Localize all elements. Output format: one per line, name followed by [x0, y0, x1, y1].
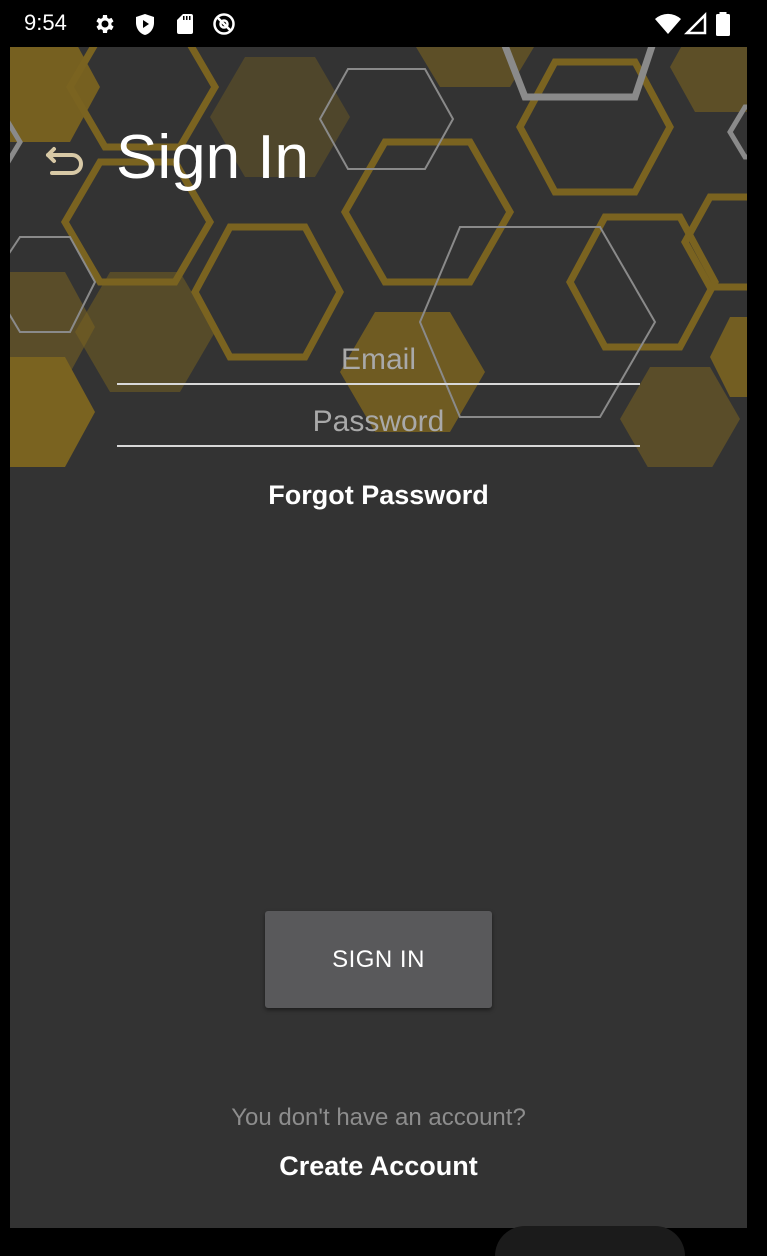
- shield-play-icon: [133, 12, 157, 36]
- battery-icon: [714, 12, 732, 36]
- sd-card-icon: [173, 12, 197, 36]
- password-field-container: [117, 399, 640, 447]
- signal-icon: [683, 11, 708, 36]
- back-button[interactable]: [40, 135, 90, 185]
- forgot-password-link[interactable]: Forgot Password: [10, 480, 747, 511]
- password-input[interactable]: [117, 399, 640, 445]
- create-account-link[interactable]: Create Account: [10, 1151, 747, 1182]
- sign-in-button[interactable]: SIGN IN: [265, 911, 492, 1008]
- sign-in-screen: Sign In Forgot Password SIGN IN You don'…: [10, 47, 747, 1228]
- email-field-container: [117, 337, 640, 385]
- wifi-icon: [654, 12, 682, 36]
- page-title: Sign In: [116, 123, 310, 192]
- undo-arrow-icon: [46, 147, 83, 175]
- email-input[interactable]: [117, 337, 640, 383]
- no-account-text: You don't have an account?: [231, 1104, 526, 1131]
- navigation-handle[interactable]: [495, 1226, 685, 1256]
- at-sign-icon: [212, 12, 236, 36]
- status-bar: 9:54: [0, 0, 767, 48]
- status-time: 9:54: [24, 10, 67, 35]
- settings-icon: [93, 12, 117, 36]
